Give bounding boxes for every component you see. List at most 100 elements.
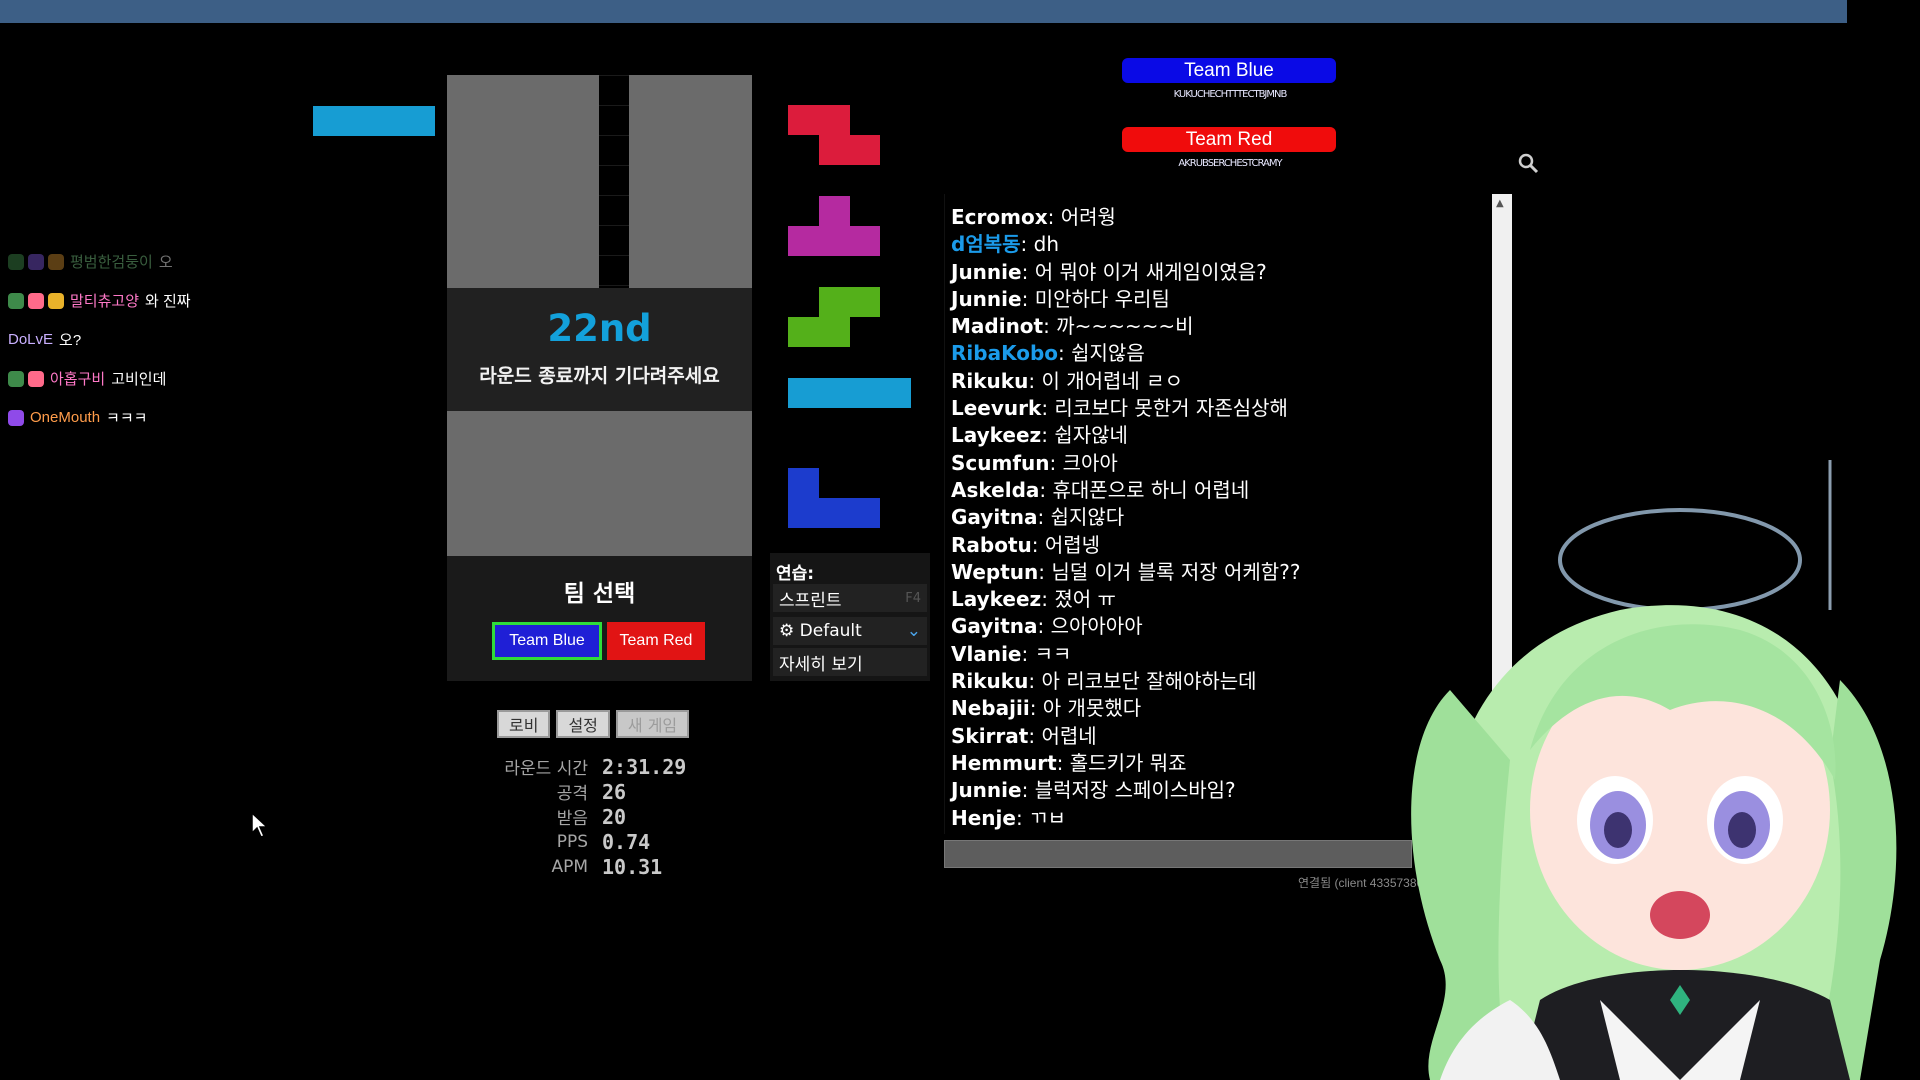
- overlay-chat-username: 평범한검둥이: [70, 254, 153, 271]
- chat-username[interactable]: Rikuku: [951, 669, 1028, 693]
- chat-username[interactable]: Nebajii: [951, 696, 1030, 720]
- chat-badge-icon: [28, 292, 44, 309]
- piece-cell: [788, 468, 819, 498]
- stream-chat-overlay: 평범한검둥이 오 말티츄고양 와 진짜 DoLvE 오? 아홉구비 고비인데 OneMouth ㅋ…: [8, 242, 298, 437]
- sprint-mode-item[interactable]: 스프린트 F4: [773, 584, 927, 612]
- chat-username[interactable]: Junnie: [951, 287, 1022, 311]
- chat-username[interactable]: Laykeez: [951, 587, 1041, 611]
- chat-message: 으아아아아: [1050, 614, 1143, 639]
- overlay-chat-username: DoLvE: [8, 331, 54, 348]
- stat-row: 라운드 시간 2:31.29: [480, 754, 780, 780]
- piece-cell: [818, 378, 850, 408]
- chat-username[interactable]: Scumfun: [951, 451, 1050, 475]
- piece-cell: [849, 378, 880, 408]
- chat-badge-icon: [28, 253, 44, 270]
- chat-line: Rikuku: 이 개어렵네 ㄹㅇ: [951, 368, 1491, 395]
- team-red-members: AKRUBSERCHESTCRAMY: [1178, 158, 1282, 169]
- piece-cell: [818, 498, 850, 528]
- chat-username[interactable]: Skirrat: [951, 724, 1028, 748]
- stat-row: 공격 26: [480, 779, 780, 805]
- chat-message: 쉽지않음: [1071, 341, 1145, 366]
- stat-value: 10.31: [602, 854, 663, 879]
- stat-value: 0.74: [602, 829, 651, 854]
- chat-username[interactable]: Rabotu: [951, 533, 1032, 557]
- chat-message: 아 개못했다: [1042, 696, 1142, 721]
- chat-badge-icon: [48, 253, 64, 270]
- chat-line: Junnie: 어 뭐야 이거 새게임이였음?: [951, 259, 1491, 286]
- chat-username[interactable]: Henje: [951, 806, 1016, 830]
- team-blue-button[interactable]: Team Blue: [492, 622, 602, 660]
- chat-username[interactable]: Leevurk: [951, 396, 1041, 420]
- chat-message: 이 개어렵네 ㄹㅇ: [1041, 368, 1183, 393]
- chat-username[interactable]: Vlanie: [951, 642, 1022, 666]
- chat-message: 블럭저장 스페이스바임?: [1034, 778, 1236, 803]
- sprint-label: 스프린트: [779, 590, 842, 611]
- team-select-title: 팀 선택: [563, 581, 636, 607]
- overlay-chat-line: 아홉구비 고비인데: [8, 359, 298, 398]
- piece-cell: [879, 378, 911, 408]
- chat-message: 아 리코보단 잘해야하는데: [1041, 669, 1257, 694]
- chat-username[interactable]: Laykeez: [951, 423, 1041, 447]
- new-game-button[interactable]: 새 게임: [615, 710, 690, 738]
- piece-cell: [818, 226, 850, 256]
- chat-separator: :: [1043, 314, 1057, 339]
- chat-separator: :: [1021, 641, 1035, 666]
- chat-line: Junnie: 미안하다 우리팀: [951, 286, 1491, 313]
- chevron-down-icon: ⌄: [906, 621, 921, 641]
- team-select-panel: 팀 선택 Team Blue Team Red: [447, 556, 752, 681]
- game-menu: 로비 설정 새 게임: [497, 710, 690, 738]
- chat-separator: :: [1041, 423, 1055, 448]
- chat-separator: :: [1039, 477, 1053, 502]
- chat-separator: :: [1058, 341, 1072, 366]
- chat-username[interactable]: Madinot: [951, 314, 1043, 338]
- chat-separator: :: [1037, 614, 1051, 639]
- chat-username[interactable]: Junnie: [951, 778, 1022, 802]
- team-red-button[interactable]: Team Red: [607, 622, 705, 660]
- chat-username[interactable]: Junnie: [951, 260, 1022, 284]
- chat-username[interactable]: Weptun: [951, 560, 1038, 584]
- chat-separator: :: [1021, 778, 1035, 803]
- overlay-chat-message: ㅋㅋㅋ: [106, 410, 148, 427]
- chat-username[interactable]: Ecromox: [951, 205, 1048, 229]
- piece-cell: [788, 226, 819, 256]
- settings-button[interactable]: 설정: [556, 710, 610, 738]
- overlay-chat-message: 고비인데: [111, 371, 167, 388]
- chat-input[interactable]: [944, 840, 1412, 868]
- team-blue-members: KUKUCHECHTTTECTBJMNB: [1173, 89, 1288, 100]
- vtuber-avatar: [1411, 460, 1897, 1080]
- chat-message: 홀드키가 뭐죠: [1069, 750, 1187, 775]
- chat-username[interactable]: d엄복동: [951, 232, 1021, 256]
- hold-piece-i: [313, 106, 435, 136]
- chat-username[interactable]: RibaKobo: [951, 341, 1058, 365]
- lobby-button[interactable]: 로비: [497, 710, 551, 738]
- preset-select[interactable]: ⚙ Default ⌄: [773, 617, 927, 645]
- browser-top-bar: [0, 0, 1847, 23]
- chat-separator: :: [1029, 696, 1043, 721]
- chat-separator: :: [1015, 805, 1030, 830]
- chat-username[interactable]: Hemmurt: [951, 751, 1057, 775]
- piece-cell: [849, 498, 880, 528]
- chat-message: 미안하다 우리팀: [1034, 286, 1170, 311]
- preset-value: ⚙ Default: [779, 621, 862, 641]
- stat-row: APM 10.31: [480, 854, 780, 879]
- chat-separator: :: [1037, 505, 1051, 530]
- piece-cell: [788, 378, 819, 408]
- search-icon[interactable]: [1516, 151, 1540, 175]
- chat-line: RibaKobo: 쉽지않음: [951, 340, 1491, 367]
- chat-badge-icon: [8, 253, 24, 270]
- piece-cell: [849, 226, 880, 256]
- details-link[interactable]: 자세히 보기: [773, 648, 927, 676]
- chat-message: dh: [1033, 232, 1060, 257]
- practice-title: 연습:: [776, 564, 815, 584]
- badge-icons: [8, 370, 44, 387]
- chat-line: Leevurk: 리코보다 못한거 자존심상해: [951, 395, 1491, 422]
- chat-username[interactable]: Gayitna: [951, 614, 1037, 638]
- chat-separator: :: [1021, 259, 1035, 284]
- scroll-up-arrow-icon[interactable]: ▲: [1496, 198, 1504, 209]
- chat-separator: :: [1028, 669, 1042, 694]
- chat-username[interactable]: Gayitna: [951, 505, 1037, 529]
- overlay-chat-line: DoLvE 오?: [8, 320, 298, 359]
- chat-username[interactable]: Rikuku: [951, 369, 1028, 393]
- chat-username[interactable]: Askelda: [951, 478, 1039, 502]
- badge-icons: [8, 253, 64, 270]
